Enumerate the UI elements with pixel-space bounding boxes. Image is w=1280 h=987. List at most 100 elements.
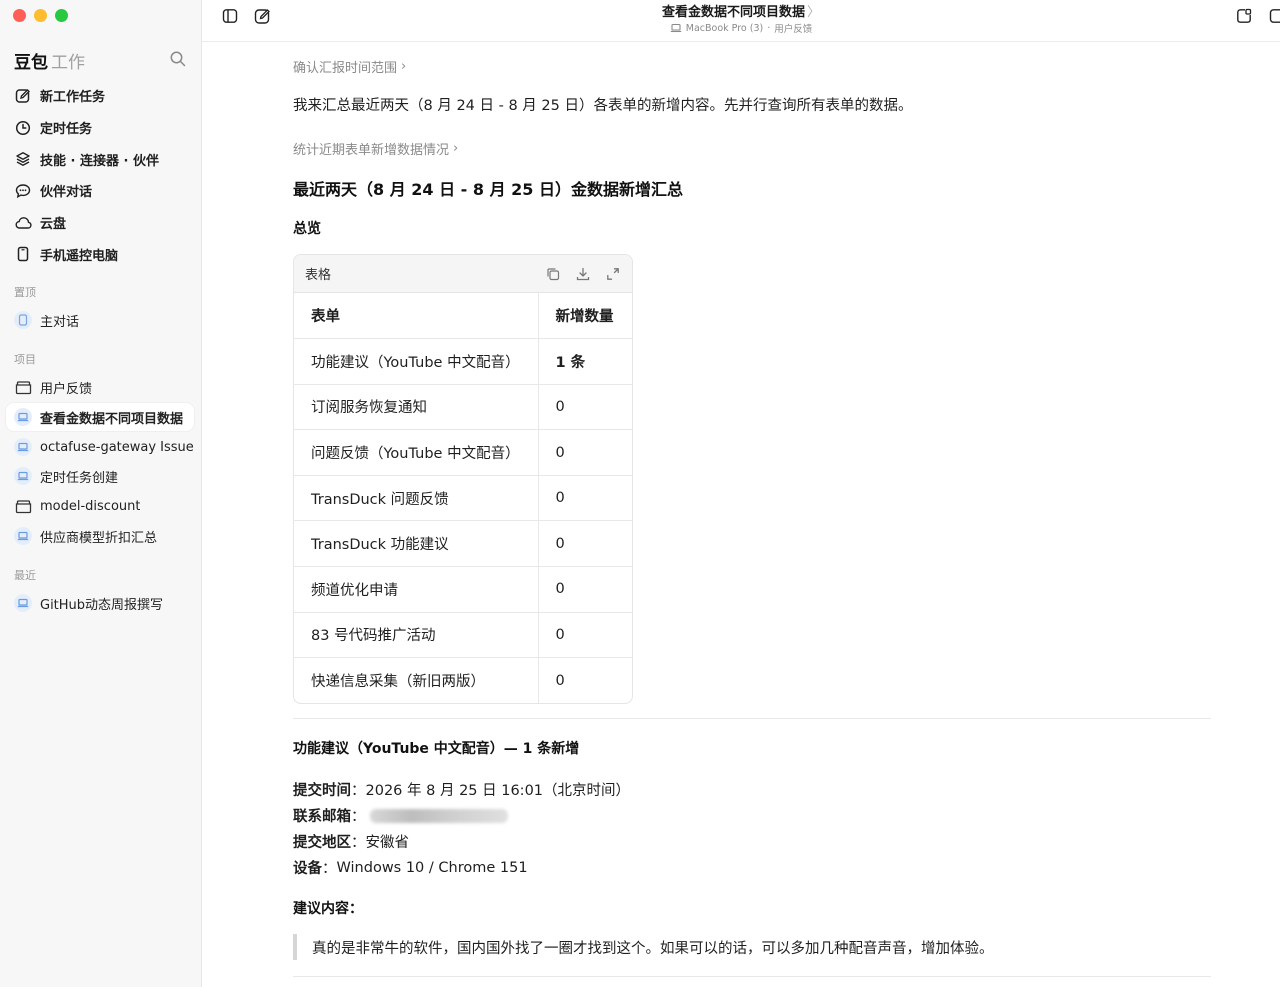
item-label: GitHub动态周报撰写 xyxy=(40,597,164,613)
field-email: 联系邮箱： xyxy=(293,805,508,826)
item-label: 用户反馈 xyxy=(40,381,93,397)
project-item-user-feedback[interactable]: 用户反馈 xyxy=(6,373,194,401)
table-cell-count: 0 xyxy=(537,475,632,522)
summary-heading: 最近两天（8 月 24 日 - 8 月 25 日）金数据新增汇总 xyxy=(293,180,684,199)
download-icon[interactable] xyxy=(574,265,592,283)
brand-main: 豆包 xyxy=(14,53,48,73)
nav-scheduled-task[interactable]: 定时任务 xyxy=(6,112,196,144)
expand-icon[interactable] xyxy=(604,265,622,283)
title-subtitle: MacBook Pro (3) · 用户反馈 xyxy=(202,21,1280,35)
table-cell-form: 功能建议（YouTube 中文配音） xyxy=(294,338,538,385)
sidebar-nav: 新工作任务 定时任务 技能 · 连接器 · 伙伴 伙伴对话 云盘 手机遥控电脑 xyxy=(6,80,196,270)
table-title: 表格 xyxy=(305,268,332,283)
table-cell-form: 频道优化申请 xyxy=(294,566,538,613)
laptop-icon xyxy=(14,527,32,545)
suggestion-text: 真的是非常牛的软件，国内国外找了一圈才找到这个。如果可以的话，可以多加几种配音声… xyxy=(312,940,994,957)
nav-label: 手机遥控电脑 xyxy=(40,248,119,264)
title-text: 查看金数据不同项目数据 xyxy=(661,5,805,20)
table-cell-count: 0 xyxy=(537,566,632,613)
window-controls xyxy=(13,9,68,22)
search-icon[interactable] xyxy=(169,50,187,68)
redacted-email xyxy=(369,808,508,823)
laptop-icon xyxy=(14,438,32,456)
project-item-supplier-discount[interactable]: 供应商模型折扣汇总 xyxy=(6,522,194,550)
field-label: 设备 xyxy=(293,861,322,877)
layers-icon xyxy=(14,150,32,168)
nav-label: 云盘 xyxy=(40,217,67,233)
intro-text: 我来汇总最近两天（8 月 24 日 - 8 月 25 日）各表单的新增内容。先并… xyxy=(293,98,913,114)
table-cell-count: 0 xyxy=(537,429,632,476)
pinned-item-main-chat[interactable]: 主对话 xyxy=(6,306,194,334)
brand-sub: 工作 xyxy=(51,53,85,73)
phone-icon xyxy=(14,245,32,263)
table-row: TransDuck 功能建议 0 xyxy=(294,520,632,568)
minimize-window-button[interactable] xyxy=(34,9,47,22)
field-colon: ： xyxy=(322,861,337,877)
field-device: 设备： Windows 10 / Chrome 151 xyxy=(293,857,528,878)
table-row: 83 号代码推广活动 0 xyxy=(294,612,632,659)
nav-label: 定时任务 xyxy=(40,122,93,138)
nav-label: 新工作任务 xyxy=(40,90,106,106)
nav-label: 伙伴对话 xyxy=(40,185,93,201)
step-stats[interactable]: 统计近期表单新增数据情况 › xyxy=(293,139,458,158)
step-confirm-range[interactable]: 确认汇报时间范围 › xyxy=(293,57,406,76)
field-colon: ： xyxy=(351,809,366,825)
conversation-title[interactable]: 查看金数据不同项目数据〉 xyxy=(202,1,1280,20)
field-label: 提交时间 xyxy=(293,783,351,799)
summary-table-card: 表格 表单 新增数量 功能建议（YouTube 中文配音） 1 条 订阅服务恢复… xyxy=(293,254,633,705)
overview-heading: 总览 xyxy=(293,221,321,237)
table-row: 快递信息采集（新旧两版） 0 xyxy=(294,657,632,704)
nav-phone-remote[interactable]: 手机遥控电脑 xyxy=(6,238,196,270)
zoom-window-button[interactable] xyxy=(55,9,68,22)
table-row: 功能建议（YouTube 中文配音） 1 条 xyxy=(294,338,632,385)
folder-icon xyxy=(14,378,32,396)
detail-heading: 功能建议（YouTube 中文配音）— 1 条新增 xyxy=(293,741,580,757)
table-cell-count: 0 xyxy=(537,612,632,659)
side-panel-icon[interactable] xyxy=(1266,6,1280,26)
clock-icon xyxy=(14,119,32,137)
subtitle-separator: · xyxy=(767,22,771,34)
laptop-icon xyxy=(14,467,32,485)
chat-icon xyxy=(14,182,32,200)
copy-icon[interactable] xyxy=(544,265,562,283)
table-row: 订阅服务恢复通知 0 xyxy=(294,384,632,431)
nav-new-task[interactable]: 新工作任务 xyxy=(6,80,196,112)
sidebar: 豆包 工作 新工作任务 定时任务 技能 · 连接器 · 伙伴 伙伴对话 云盘 手机… xyxy=(0,0,202,987)
phone-icon xyxy=(14,311,32,329)
summary-table: 表单 新增数量 功能建议（YouTube 中文配音） 1 条 订阅服务恢复通知 … xyxy=(294,293,632,704)
table-cell-form: 快递信息采集（新旧两版） xyxy=(311,674,485,691)
table-cell-form: 83 号代码推广活动 xyxy=(294,612,538,659)
field-submit-time: 提交时间： 2026 年 8 月 25 日 16:01（北京时间） xyxy=(293,779,630,800)
edit-icon xyxy=(14,87,32,105)
window-title: 查看金数据不同项目数据〉 MacBook Pro (3) · 用户反馈 xyxy=(202,1,1280,35)
field-label: 联系邮箱 xyxy=(293,809,351,825)
table-actions xyxy=(544,265,622,283)
table-cell-count: 0 xyxy=(537,520,632,568)
table-header-bar: 表格 xyxy=(294,255,632,293)
table-cell-form: 问题反馈（YouTube 中文配音） xyxy=(294,429,538,476)
project-item-model-discount[interactable]: model-discount xyxy=(6,492,194,520)
chevron-right-icon: 〉 xyxy=(807,5,821,20)
laptop-icon xyxy=(14,594,32,612)
open-panel-icon[interactable] xyxy=(1234,6,1254,26)
field-colon: ： xyxy=(351,835,366,851)
nav-cloud-drive[interactable]: 云盘 xyxy=(6,207,196,239)
section-divider xyxy=(293,718,1211,719)
project-item-jinshuju-data[interactable]: 查看金数据不同项目数据 xyxy=(6,403,194,431)
item-label: 主对话 xyxy=(40,314,80,330)
field-value: 安徽省 xyxy=(365,835,410,851)
project-item-scheduled-create[interactable]: 定时任务创建 xyxy=(6,462,194,490)
close-window-button[interactable] xyxy=(13,9,26,22)
project-item-octafuse[interactable]: octafuse-gateway Issue xyxy=(6,433,194,461)
laptop-icon xyxy=(670,23,681,33)
nav-skills[interactable]: 技能 · 连接器 · 伙伴 xyxy=(6,143,196,175)
nav-partner-chat[interactable]: 伙伴对话 xyxy=(6,175,196,207)
field-value: Windows 10 / Chrome 151 xyxy=(336,859,528,876)
item-label: 定时任务创建 xyxy=(40,470,119,486)
item-label: 供应商模型折扣汇总 xyxy=(40,530,158,546)
chevron-right-icon: › xyxy=(401,59,407,74)
table-cell-form: TransDuck 功能建议 xyxy=(294,520,538,568)
column-header: 新增数量 xyxy=(537,293,632,340)
table-header-row: 表单 新增数量 xyxy=(294,293,632,340)
recent-item-github-weekly[interactable]: GitHub动态周报撰写 xyxy=(6,589,194,617)
